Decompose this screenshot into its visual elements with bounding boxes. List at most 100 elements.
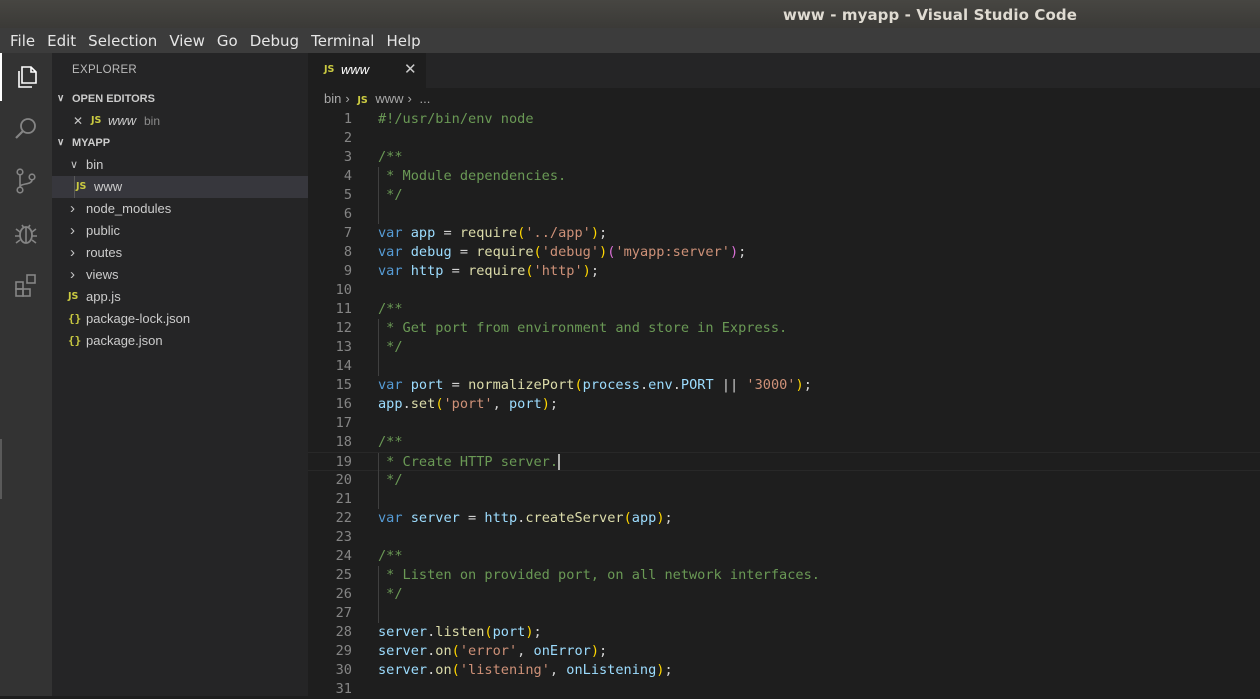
- open-editor-item[interactable]: ✕ JS www bin: [52, 110, 308, 132]
- code-line: 19 * Create HTTP server.: [308, 452, 1260, 472]
- breadcrumb-folder[interactable]: bin: [324, 91, 341, 106]
- menu-debug[interactable]: Debug: [250, 32, 299, 50]
- menu-go[interactable]: Go: [217, 32, 238, 50]
- code-token: ): [541, 396, 550, 412]
- code-token: ||: [713, 377, 747, 393]
- debug-activity-button[interactable]: [0, 209, 52, 257]
- menu-help[interactable]: Help: [386, 32, 420, 50]
- project-header[interactable]: ∨ MYAPP: [52, 132, 308, 154]
- line-number: 1: [343, 111, 352, 127]
- menu-bar: File Edit Selection View Go Debug Terminal Help: [0, 28, 1260, 53]
- close-icon[interactable]: ✕: [73, 110, 83, 132]
- code-line: 13 */: [308, 338, 1260, 357]
- code-token: ): [729, 244, 739, 260]
- code-token: port: [492, 624, 526, 640]
- folder-public[interactable]: › public: [52, 220, 308, 242]
- code-line: 27: [308, 604, 1260, 623]
- open-editor-path: bin: [144, 114, 161, 128]
- code-token: ,: [492, 396, 509, 412]
- menu-terminal[interactable]: Terminal: [311, 32, 374, 50]
- menu-file[interactable]: File: [10, 32, 35, 50]
- editor-area: JS www ✕ bin › JS www › ... 1 #!/usr/bin/en…: [308, 53, 1260, 699]
- code-token: port: [410, 377, 444, 393]
- code-token: ): [599, 244, 608, 260]
- search-activity-button[interactable]: [0, 105, 52, 153]
- source-control-icon: [16, 168, 36, 194]
- code-text: var app = require('../app');: [378, 224, 607, 243]
- code-token: ): [590, 643, 600, 659]
- code-token: /**: [378, 434, 403, 450]
- menu-view[interactable]: View: [169, 32, 205, 50]
- tab-bar: JS www ✕: [308, 53, 1260, 88]
- folder-node-modules[interactable]: › node_modules: [52, 198, 308, 220]
- code-token: onListening: [566, 662, 657, 678]
- tree-item-label: package-lock.json: [86, 311, 191, 326]
- code-token: (: [533, 244, 542, 260]
- code-editor[interactable]: 1 #!/usr/bin/env node 2 3/** 4 * Module depe…: [308, 110, 1260, 699]
- code-token: server: [378, 624, 428, 640]
- file-www[interactable]: JS www: [52, 176, 308, 198]
- file-tree: ∨ bin JS www › node_modules › public › routes › vie…: [52, 154, 308, 352]
- code-token: ;: [664, 662, 673, 678]
- code-token: normalizePort: [468, 377, 575, 393]
- code-token: (: [451, 643, 460, 659]
- json-file-icon: {}: [68, 334, 82, 347]
- folder-bin[interactable]: ∨ bin: [52, 154, 308, 176]
- code-token: http: [410, 263, 444, 279]
- sash-handle[interactable]: [0, 439, 2, 499]
- code-token: ;: [664, 510, 673, 526]
- line-number: 5: [343, 187, 352, 203]
- source-control-activity-button[interactable]: [0, 157, 52, 205]
- code-token: */: [378, 187, 403, 203]
- code-line: 26 */: [308, 585, 1260, 604]
- code-line: 30 server.on('listening', onListening);: [308, 661, 1260, 680]
- code-text: * Listen on provided port, on all networ…: [378, 566, 820, 585]
- open-editors-header[interactable]: ∨ OPEN EDITORS: [52, 88, 308, 110]
- code-token: * Create HTTP server.: [378, 454, 559, 470]
- code-text: * Get port from environment and store in…: [378, 319, 787, 338]
- code-token: (: [435, 396, 444, 412]
- line-number: 6: [343, 206, 352, 222]
- code-token: app: [378, 396, 403, 412]
- code-line: 18 /**: [308, 433, 1260, 452]
- close-icon[interactable]: ✕: [404, 60, 417, 78]
- file-package-lock-json[interactable]: {} package-lock.json: [52, 308, 308, 330]
- chevron-down-icon: ∨: [57, 137, 65, 148]
- code-text: * Module dependencies.: [378, 167, 566, 186]
- menu-selection[interactable]: Selection: [88, 32, 157, 50]
- code-token: 'myapp:server': [615, 244, 730, 260]
- code-text: server.on('listening', onListening);: [378, 661, 673, 680]
- file-package-json[interactable]: {} package.json: [52, 330, 308, 352]
- indent-guide: [378, 357, 379, 376]
- explorer-title: EXPLORER: [72, 64, 138, 76]
- folder-routes[interactable]: › routes: [52, 242, 308, 264]
- code-line: 25 * Listen on provided port, on all net…: [308, 566, 1260, 585]
- extensions-activity-button[interactable]: [0, 261, 52, 309]
- code-token: (: [451, 662, 460, 678]
- folder-views[interactable]: › views: [52, 264, 308, 286]
- breadcrumb-more[interactable]: ...: [419, 91, 430, 106]
- code-text: */: [378, 585, 402, 604]
- explorer-activity-button[interactable]: [0, 53, 52, 101]
- code-token: debug: [410, 244, 452, 260]
- code-text: var server = http.createServer(app);: [378, 509, 673, 528]
- code-token: 'error': [459, 643, 518, 659]
- file-app-js[interactable]: JS app.js: [52, 286, 308, 308]
- code-token: (: [484, 624, 493, 640]
- code-token: ): [590, 225, 600, 241]
- js-file-icon: JS: [324, 64, 335, 75]
- code-token: on: [435, 643, 452, 659]
- code-line: 29 server.on('error', onError);: [308, 642, 1260, 661]
- chevron-right-icon: ›: [70, 222, 75, 239]
- code-token: (: [525, 263, 534, 279]
- line-number: 30: [335, 662, 352, 678]
- breadcrumb-file[interactable]: www: [375, 91, 403, 106]
- line-number: 13: [335, 339, 352, 355]
- tab-www[interactable]: JS www ✕: [308, 53, 426, 88]
- menu-edit[interactable]: Edit: [47, 32, 76, 50]
- code-token: server: [378, 643, 428, 659]
- code-text: */: [378, 471, 403, 490]
- code-token: app: [631, 510, 657, 526]
- chevron-down-icon: ∨: [70, 159, 79, 171]
- code-token: */: [378, 472, 403, 488]
